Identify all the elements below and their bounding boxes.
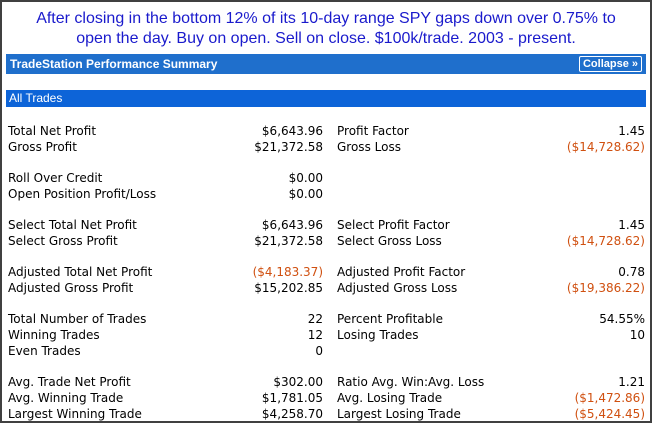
metric-value: $302.00 [273,375,323,389]
metric-row: Open Position Profit/Loss $0.00 [2,186,650,202]
summary-title: TradeStation Performance Summary [10,57,218,71]
metric-label: Select Gross Profit [8,234,118,248]
metric-value: 54.55% [599,312,645,326]
metric-value: $6,643.96 [261,124,323,138]
metric-label: Adjusted Gross Loss [337,281,458,295]
caption-line-1: After closing in the bottom 12% of its 1… [36,10,616,27]
metric-value: 22 [307,312,323,326]
metric-label: Winning Trades [8,328,100,342]
metric-value: 0.78 [618,265,645,279]
metric-value: ($4,183.37) [252,265,323,279]
metric-row: Avg. Winning Trade $1,781.05 Avg. Losing T… [2,390,650,406]
metric-value: ($14,728.62) [566,140,645,154]
metric-value: $15,202.85 [254,281,323,295]
metric-value: 1.45 [618,218,645,232]
metric-row: Avg. Trade Net Profit $302.00 Ratio Avg. W… [2,374,650,390]
metric-label: Percent Profitable [337,312,443,326]
metric-row: Winning Trades 12 Losing Trades 10 [2,327,650,343]
metric-label: Adjusted Gross Profit [8,281,134,295]
metric-value: 12 [307,328,323,342]
metric-value: 10 [629,328,645,342]
metric-label: Even Trades [8,344,81,358]
metric-value: ($5,424.45) [574,407,645,421]
metric-row: Adjusted Total Net Profit ($4,183.37) Adju… [2,264,650,280]
metric-label: Gross Loss [337,140,401,154]
metric-label: Ratio Avg. Win:Avg. Loss [337,375,485,389]
metric-label: Select Profit Factor [337,218,450,232]
metric-row: Largest Winning Trade $4,258.70 Largest Lo… [2,406,650,421]
summary-header-bar: TradeStation Performance Summary Collaps… [6,54,646,74]
metric-value: $21,372.58 [254,234,323,248]
section-title: All Trades [9,91,63,105]
metric-value: 1.21 [618,375,645,389]
caption-line-2: open the day. Buy on open. Sell on close… [76,30,576,47]
metric-label: Open Position Profit/Loss [8,187,157,201]
metric-row: Select Gross Profit $21,372.58 Select Gros… [2,233,650,249]
metric-label: Gross Profit [8,140,77,154]
metric-row: Total Number of Trades 22 Percent Profitab… [2,311,650,327]
metric-label: Avg. Winning Trade [8,391,124,405]
metric-label: Adjusted Total Net Profit [8,265,153,279]
metric-row: Even Trades 0 [2,343,650,359]
metric-value: 0 [315,344,323,358]
metric-row: Gross Profit $21,372.58 Gross Loss ($14,728… [2,139,650,155]
metric-value: $21,372.58 [254,140,323,154]
metric-value: $6,643.96 [261,218,323,232]
performance-summary-window: After closing in the bottom 12% of its 1… [0,0,652,423]
metric-value: $0.00 [288,171,323,185]
collapse-button[interactable]: Collapse » [578,56,642,72]
metric-label: Roll Over Credit [8,171,103,185]
metric-row: Select Total Net Profit $6,643.96 Select P… [2,217,650,233]
metric-value: ($14,728.62) [566,234,645,248]
metric-value: $4,258.70 [261,407,323,421]
metric-label: Total Number of Trades [8,312,147,326]
metric-label: Largest Winning Trade [8,407,142,421]
metric-label: Select Gross Loss [337,234,442,248]
metric-label: Avg. Trade Net Profit [8,375,131,389]
metric-label: Avg. Losing Trade [337,391,443,405]
section-header-all-trades: All Trades [6,90,646,107]
metric-value: $1,781.05 [261,391,323,405]
strategy-caption: After closing in the bottom 12% of its 1… [2,9,650,49]
metric-value: ($19,386.22) [566,281,645,295]
metric-value: ($1,472.86) [574,391,645,405]
metric-row: Roll Over Credit $0.00 [2,170,650,186]
metric-label: Profit Factor [337,124,409,138]
metric-label: Select Total Net Profit [8,218,137,232]
metric-row: Total Net Profit $6,643.96 Profit Factor 1.… [2,123,650,139]
metric-label: Total Net Profit [8,124,97,138]
metric-label: Losing Trades [337,328,419,342]
metric-row: Adjusted Gross Profit $15,202.85 Adjusted … [2,280,650,296]
metric-label: Largest Losing Trade [337,407,461,421]
metric-label: Adjusted Profit Factor [337,265,466,279]
metric-value: 1.45 [618,124,645,138]
metric-value: $0.00 [288,187,323,201]
